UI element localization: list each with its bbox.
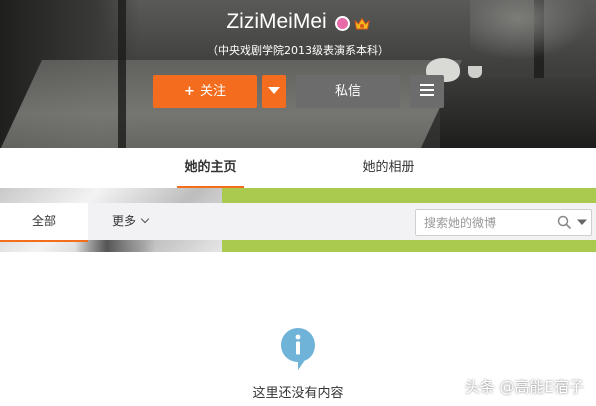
crown-badge-icon[interactable] <box>353 17 370 31</box>
pink-circle-badge-icon[interactable] <box>334 15 350 31</box>
info-icon <box>281 328 315 370</box>
more-menu-button[interactable] <box>410 75 444 108</box>
hamburger-icon <box>420 81 434 99</box>
filter-all-label: 全部 <box>31 214 56 228</box>
message-button[interactable]: 私信 <box>296 75 400 108</box>
search-input[interactable] <box>424 214 552 232</box>
profile-banner: ZiziMeiMei （中央戏剧学院2013级表演系本科） + 关注 私信 <box>0 0 596 148</box>
chevron-down-icon <box>140 214 150 224</box>
tab-home[interactable]: 她的主页 <box>177 148 244 188</box>
tab-home-label: 她的主页 <box>184 160 237 175</box>
banner-cup <box>468 66 482 78</box>
triangle-down-icon[interactable] <box>576 216 588 228</box>
search-icon[interactable] <box>557 215 571 229</box>
banner-table <box>440 78 596 148</box>
subnav-bar: 全部 更多 <box>0 203 596 242</box>
follow-label: 关注 <box>199 84 226 99</box>
message-label: 私信 <box>334 84 361 99</box>
tab-album[interactable]: 她的相册 <box>355 148 422 188</box>
tab-album-label: 她的相册 <box>362 160 415 175</box>
profile-name-row: ZiziMeiMei <box>0 10 596 34</box>
profile-description: （中央戏剧学院2013级表演系本科） <box>207 44 389 57</box>
plus-icon: + <box>184 84 195 99</box>
search-box <box>415 209 592 236</box>
filter-more-label: 更多 <box>112 214 137 228</box>
filter-more-dropdown[interactable]: 更多 <box>112 203 150 240</box>
profile-name: ZiziMeiMei <box>226 10 327 33</box>
filter-all-tab[interactable]: 全部 <box>0 203 88 242</box>
watermark: 头条 @高能E宿子 <box>464 378 584 396</box>
main-tabs: 她的主页 她的相册 <box>0 148 596 188</box>
triangle-down-icon <box>268 87 280 94</box>
follow-button[interactable]: + 关注 <box>153 75 257 108</box>
follow-options-button[interactable] <box>262 75 286 108</box>
